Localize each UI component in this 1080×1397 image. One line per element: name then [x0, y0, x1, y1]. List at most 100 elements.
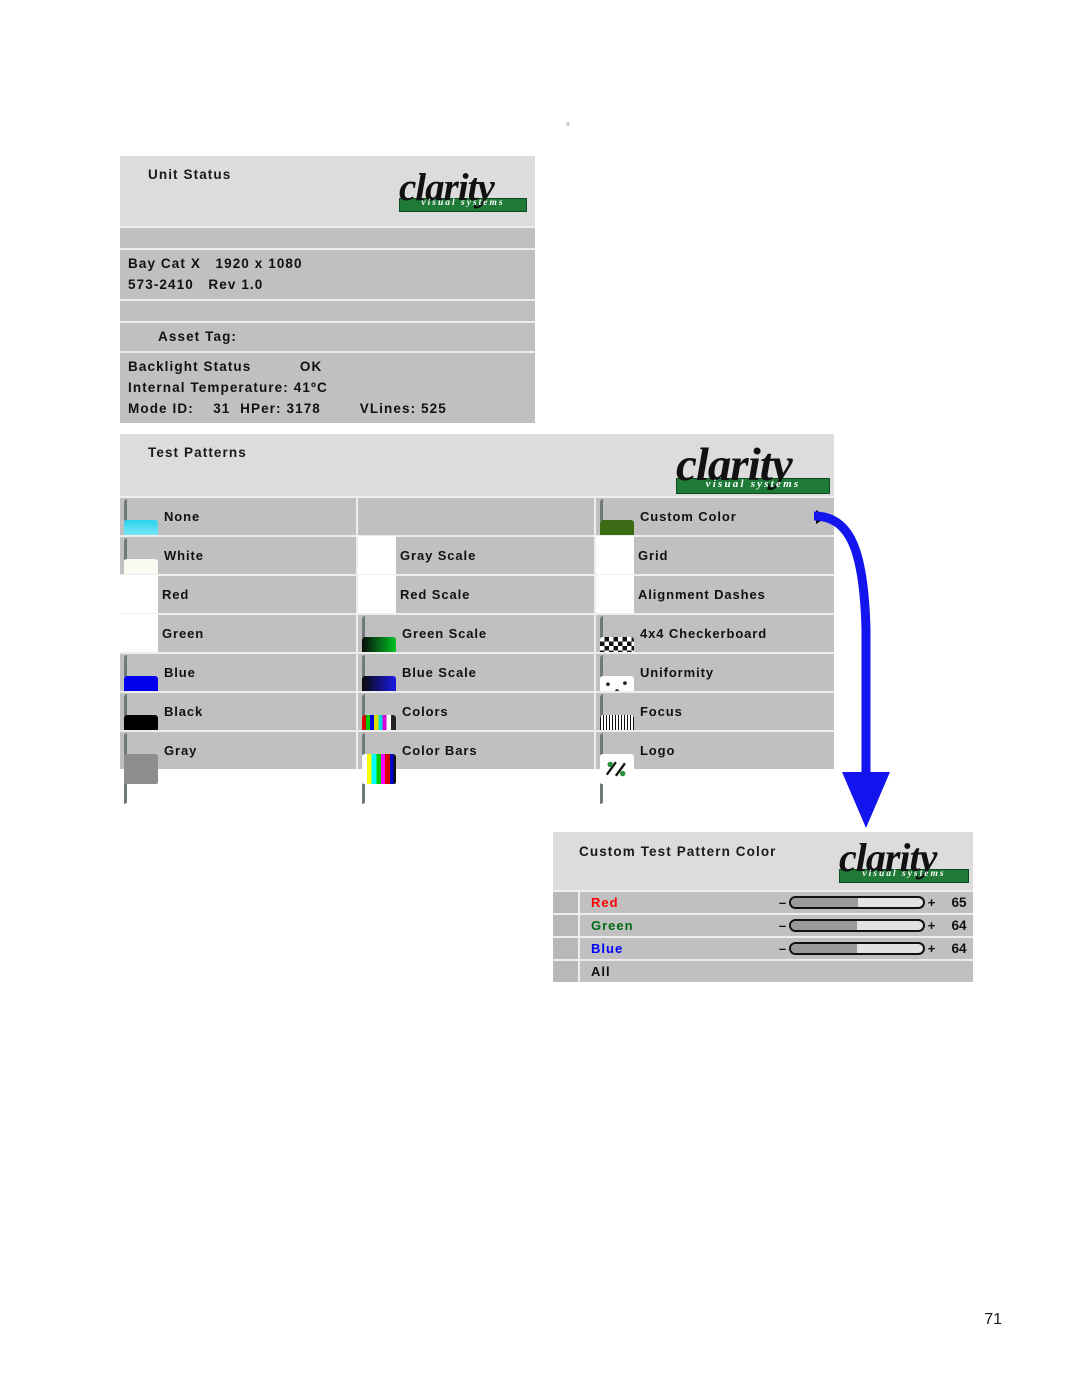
color-bars-icon — [361, 732, 396, 804]
test-pattern-item-grid[interactable]: Grid — [595, 535, 834, 575]
unit-status-spacer-1 — [120, 226, 535, 248]
test-pattern-label: Black — [164, 704, 204, 719]
unit-status-header: Unit Status clarity visual systems — [120, 156, 535, 226]
unit-status-part-line: 573-2410 Rev 1.0 — [128, 277, 264, 292]
slider-green[interactable] — [789, 919, 925, 932]
page-number: 71 — [984, 1311, 1002, 1328]
test-pattern-item-blue[interactable]: Blue — [120, 652, 358, 726]
test-pattern-item-red-scale[interactable]: Red Scale — [357, 574, 596, 614]
checkerboard-icon — [599, 615, 634, 687]
decrement-button-blue[interactable]: – — [776, 941, 789, 956]
custom-color-row-all[interactable]: All — [553, 959, 973, 982]
value-green: 64 — [951, 918, 967, 933]
slider-blue[interactable] — [789, 942, 925, 955]
decrement-button-green[interactable]: – — [776, 918, 789, 933]
test-pattern-item-gray[interactable]: Gray — [120, 730, 358, 804]
test-pattern-item-white[interactable]: White — [120, 535, 358, 609]
unit-status-backlight: Backlight Status OK — [128, 359, 323, 374]
row-gutter — [553, 961, 580, 982]
custom-color-icon — [599, 498, 634, 570]
test-pattern-item-green-scale[interactable]: Green Scale — [357, 613, 596, 687]
test-pattern-item-blue-scale[interactable]: Blue Scale — [357, 652, 596, 726]
test-pattern-item-logo[interactable]: Logo — [595, 730, 834, 804]
test-pattern-item-black[interactable]: Black — [120, 691, 358, 765]
photo-landscape-icon — [124, 498, 158, 570]
increment-button-blue[interactable]: + — [925, 941, 938, 956]
test-pattern-item-alignment-dashes[interactable]: Alignment Dashes — [595, 574, 834, 614]
test-pattern-label: Custom Color — [639, 509, 737, 524]
custom-color-label-all: All — [591, 964, 611, 979]
clarity-logo: clarity visual systems — [839, 838, 969, 883]
unit-status-asset-block: Asset Tag: — [120, 321, 535, 351]
green-screen-icon — [120, 614, 158, 653]
test-pattern-item-focus[interactable]: Focus — [595, 691, 834, 765]
custom-color-header: Custom Test Pattern Color clarity visual… — [553, 832, 973, 890]
row-gutter — [553, 892, 580, 913]
test-pattern-item-4x4-checkerboard[interactable]: 4x4 Checkerboard — [595, 613, 834, 687]
value-blue: 64 — [951, 941, 967, 956]
custom-color-rows: Red – +65 Green – +64 Blue – +64 All — [553, 890, 973, 982]
custom-color-row-blue[interactable]: Blue – +64 — [553, 936, 973, 959]
blue-screen-icon — [124, 654, 158, 726]
test-pattern-item-colors[interactable]: Colors — [357, 691, 596, 765]
test-pattern-item-green[interactable]: Green — [120, 613, 358, 653]
unit-status-panel: Unit Status clarity visual systems Bay C… — [120, 156, 535, 423]
test-pattern-label: Green Scale — [401, 626, 488, 641]
test-pattern-item-color-bars[interactable]: Color Bars — [357, 730, 596, 804]
custom-color-label-blue: Blue — [591, 941, 624, 956]
value-red: 65 — [951, 895, 967, 910]
test-patterns-grid: None White Red Green Blue Black Gray Gray Scale… — [120, 496, 834, 804]
test-pattern-item-red[interactable]: Red — [120, 574, 358, 614]
slider-fill — [791, 944, 857, 953]
custom-color-label-red: Red — [591, 895, 619, 910]
slider-red[interactable] — [789, 896, 925, 909]
custom-color-row-green[interactable]: Green – +64 — [553, 913, 973, 936]
test-pattern-label: Blue — [164, 665, 196, 680]
unit-status-diagnostics-block: Backlight Status OK Internal Temperature… — [120, 351, 535, 423]
test-pattern-label: Focus — [639, 704, 683, 719]
increment-button-green[interactable]: + — [925, 918, 938, 933]
focus-icon — [599, 693, 634, 765]
submenu-arrow-icon[interactable] — [815, 509, 827, 524]
test-pattern-label: Uniformity — [639, 665, 714, 680]
red-scale-icon — [357, 575, 396, 614]
black-screen-icon — [124, 693, 158, 765]
test-patterns-column-2: Gray Scale Red Scale Green Scale Blue Scale… — [357, 496, 596, 804]
test-pattern-item-gray-scale[interactable]: Gray Scale — [357, 535, 596, 575]
test-pattern-label: Gray Scale — [399, 548, 477, 563]
test-patterns-column-3: Custom Color Grid Alignment Dashes 4x4 Chec… — [595, 496, 834, 804]
blue-scale-icon — [361, 654, 396, 726]
colors-icon — [361, 693, 396, 765]
unit-status-spacer-2 — [120, 299, 535, 321]
test-pattern-label: White — [164, 548, 204, 563]
unit-status-mode-line: Mode ID: 31 HPer: 3178 VLines: 525 — [128, 401, 447, 416]
clarity-logo: clarity visual systems — [399, 168, 527, 212]
test-pattern-label: Blue Scale — [401, 665, 477, 680]
decrement-button-red[interactable]: – — [776, 895, 789, 910]
gray-scale-icon — [357, 536, 396, 575]
increment-button-red[interactable]: + — [925, 895, 938, 910]
green-scale-icon — [361, 615, 396, 687]
test-pattern-item-custom-color[interactable]: Custom Color — [595, 496, 834, 570]
test-pattern-item-uniformity[interactable]: Uniformity — [595, 652, 834, 726]
unit-status-temperature: Internal Temperature: 41ºC — [128, 380, 328, 395]
row-gutter — [553, 915, 580, 936]
white-screen-icon — [124, 537, 158, 609]
test-patterns-column-1: None White Red Green Blue Black Gray — [120, 496, 358, 804]
empty-icon-slot — [358, 497, 396, 536]
unit-status-model-line: Bay Cat X 1920 x 1080 — [128, 256, 303, 271]
custom-color-row-red[interactable]: Red – +65 — [553, 890, 973, 913]
unit-status-asset-tag: Asset Tag: — [158, 329, 238, 344]
test-pattern-label: Grid — [637, 548, 669, 563]
unit-status-title: Unit Status — [148, 167, 232, 182]
test-pattern-label: Red Scale — [399, 587, 471, 602]
test-pattern-label: Colors — [401, 704, 449, 719]
scan-artifact: ııı — [566, 121, 570, 128]
uniformity-icon — [599, 654, 634, 726]
row-gutter — [553, 938, 580, 959]
test-patterns-title: Test Patterns — [148, 445, 247, 460]
test-pattern-label: Color Bars — [401, 743, 478, 758]
custom-color-title: Custom Test Pattern Color — [579, 844, 777, 859]
test-pattern-item-none[interactable]: None — [120, 496, 358, 570]
custom-color-label-green: Green — [591, 918, 634, 933]
